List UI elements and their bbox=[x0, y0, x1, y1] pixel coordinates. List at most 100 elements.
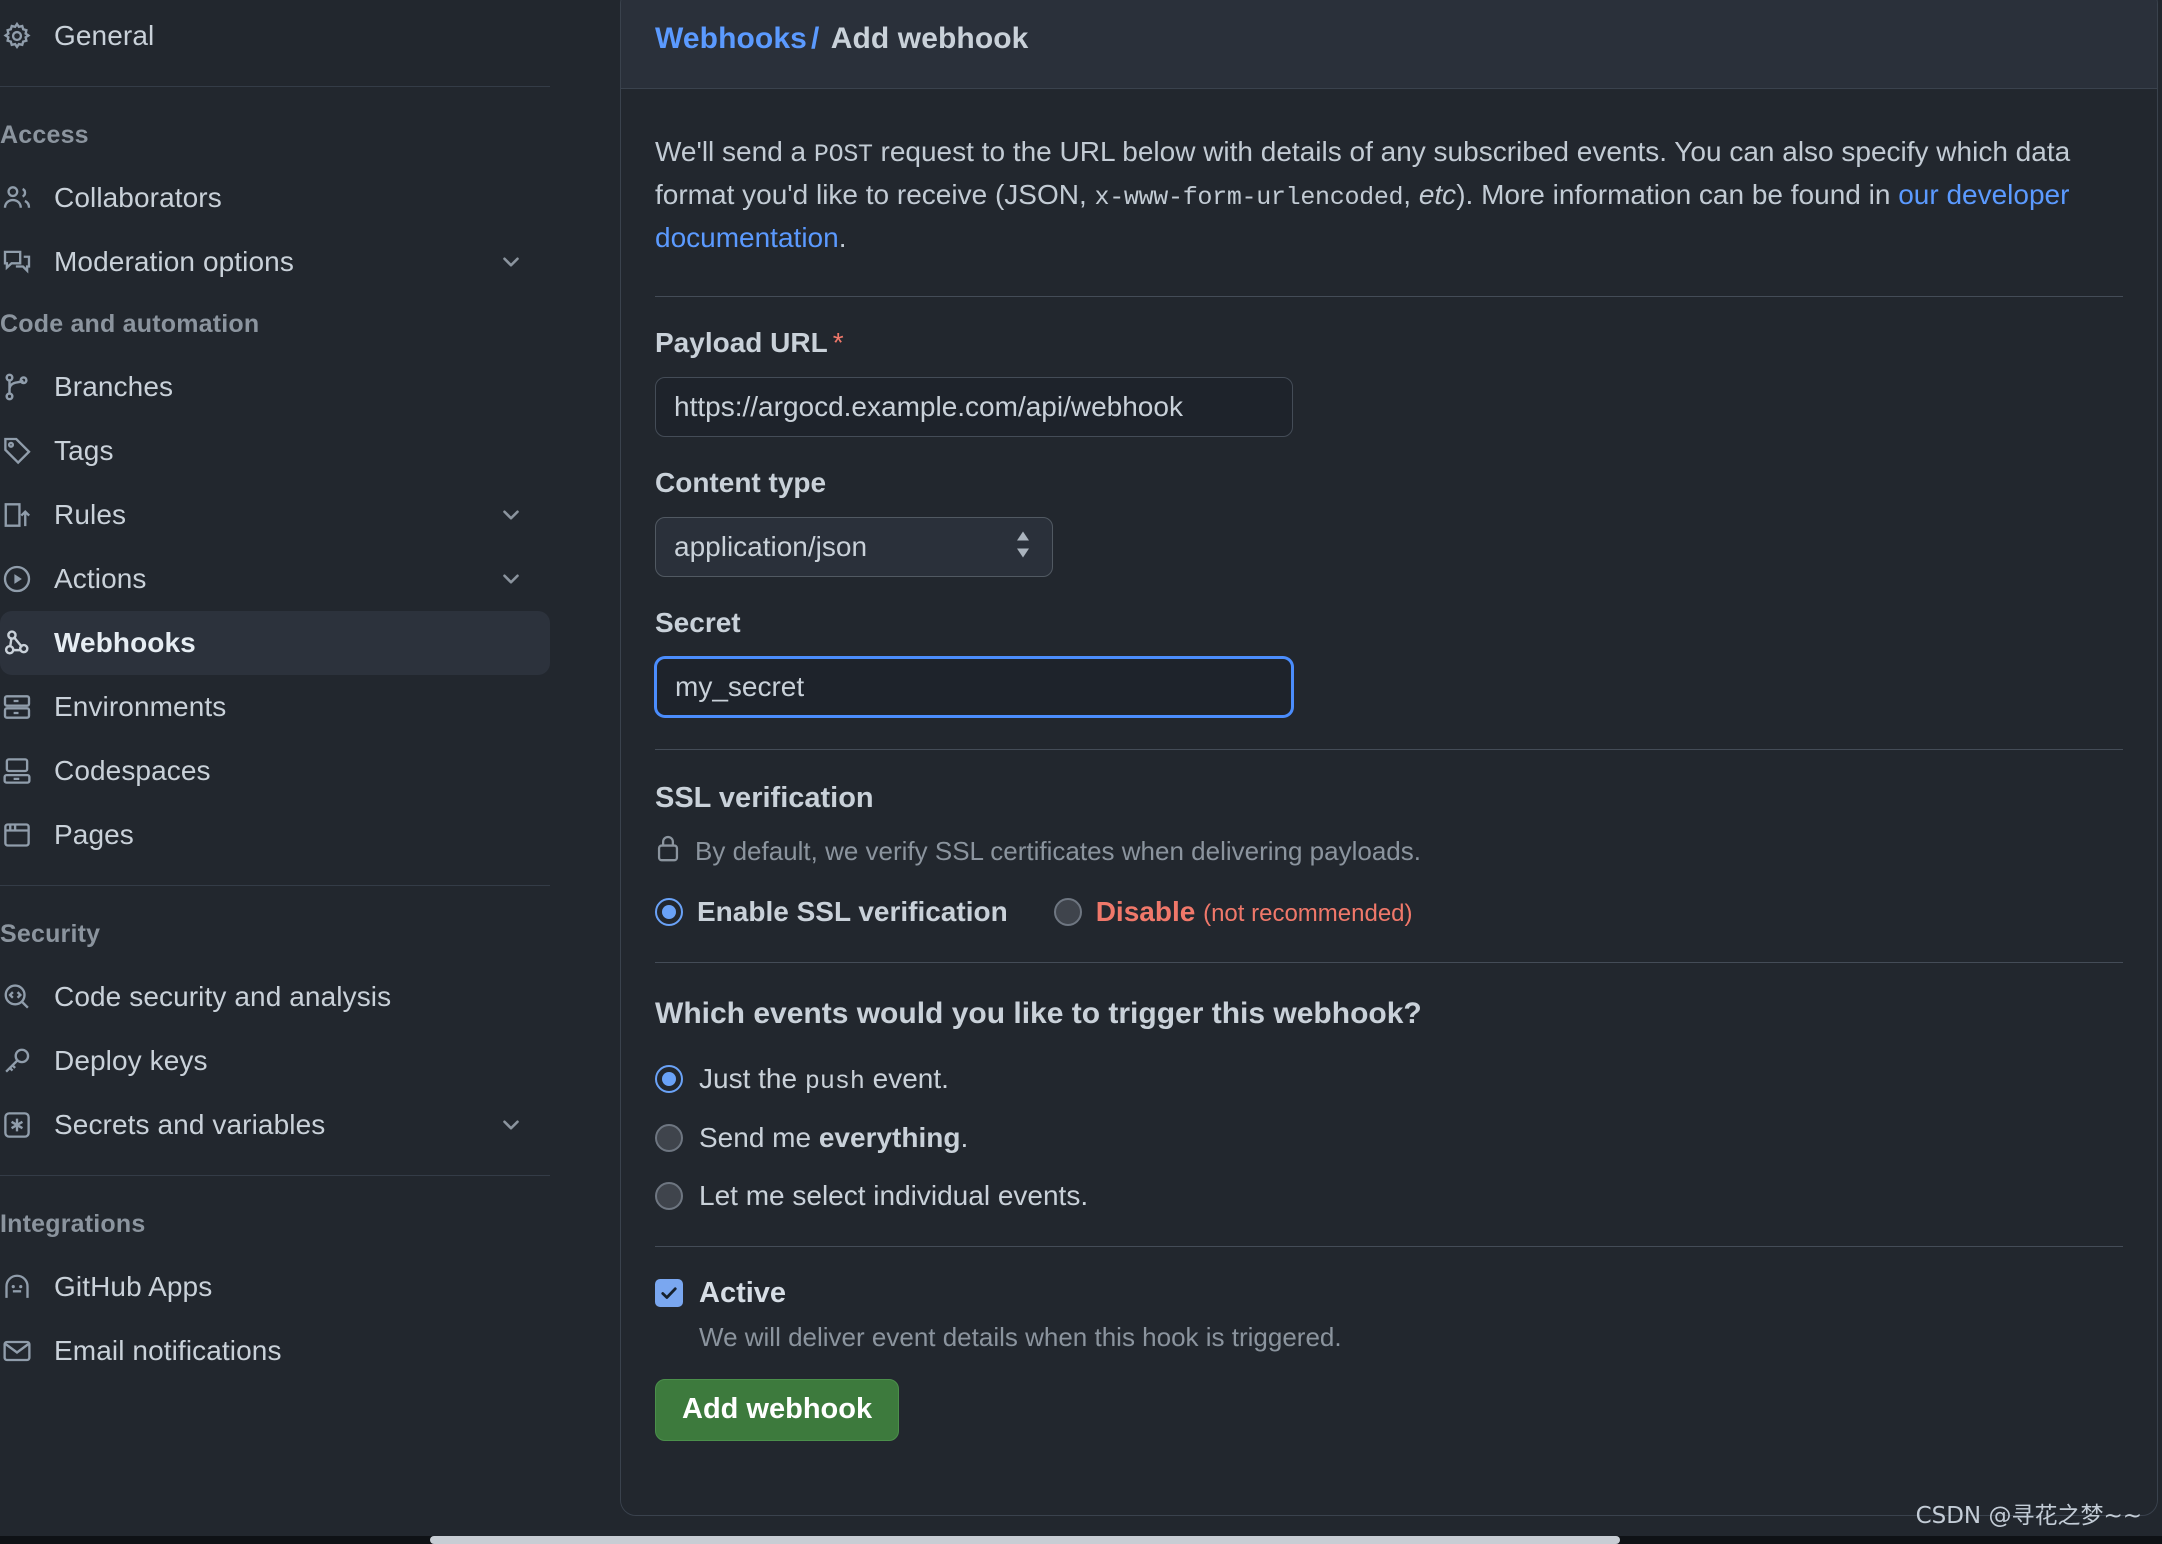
sidebar-item-label: GitHub Apps bbox=[54, 1271, 213, 1302]
sidebar-item-code-security-and-analysis[interactable]: Code security and analysis bbox=[0, 965, 550, 1029]
sidebar-item-codespaces[interactable]: Codespaces bbox=[0, 739, 550, 803]
breadcrumb-current: Add webhook bbox=[830, 21, 1029, 55]
ssl-note: By default, we verify SSL certificates w… bbox=[655, 815, 2123, 870]
breadcrumb-link-webhooks[interactable]: Webhooks bbox=[655, 22, 807, 55]
sidebar-item-label: Pages bbox=[54, 819, 134, 850]
event-push-label: Just the push event. bbox=[699, 1063, 949, 1096]
sidebar-item-label: Moderation options bbox=[54, 246, 294, 277]
git-branch-icon bbox=[0, 372, 34, 402]
sidebar-divider bbox=[0, 885, 550, 886]
intro-text-4: ). More information can be found in bbox=[1456, 179, 1899, 210]
sidebar-item-pages[interactable]: Pages bbox=[0, 803, 550, 867]
secret-input[interactable] bbox=[655, 656, 1293, 717]
sidebar-item-label: General bbox=[54, 20, 155, 51]
panel-header: Webhooks / Add webhook bbox=[621, 0, 2157, 89]
payload-url-input[interactable] bbox=[655, 376, 1293, 437]
intro-code-urlencoded: x-www-form-urlencoded bbox=[1094, 183, 1404, 212]
sidebar-item-tags[interactable]: Tags bbox=[0, 419, 550, 483]
event-option-individual[interactable]: Let me select individual events. bbox=[655, 1154, 2123, 1212]
sidebar-item-actions[interactable]: Actions bbox=[0, 547, 550, 611]
ssl-disable-label: Disable (not recommended) bbox=[1096, 896, 1413, 928]
content-type-select[interactable]: application/json bbox=[655, 516, 1053, 577]
sidebar-item-moderation-options[interactable]: Moderation options bbox=[0, 230, 550, 294]
watermark: CSDN @寻花之梦~~ bbox=[1915, 1503, 2142, 1529]
check-icon bbox=[661, 1287, 677, 1299]
event-option-push[interactable]: Just the push event. bbox=[655, 1037, 2123, 1096]
active-label: Active bbox=[699, 1276, 787, 1309]
sidebar-item-label: Environments bbox=[54, 691, 227, 722]
event-push-prefix: Just the bbox=[699, 1062, 805, 1094]
breadcrumb-separator: / bbox=[810, 21, 820, 55]
sidebar-group-access: Access bbox=[0, 121, 89, 149]
event-push-radio[interactable] bbox=[655, 1065, 683, 1094]
people-icon bbox=[0, 183, 34, 213]
codespaces-icon bbox=[0, 756, 34, 786]
main-content: Webhooks / Add webhook We'll send a POST … bbox=[620, 0, 2162, 1544]
breadcrumb: Webhooks / Add webhook bbox=[655, 22, 1028, 56]
intro-code-post: POST bbox=[813, 140, 873, 169]
event-everything-label: Send me everything. bbox=[699, 1122, 968, 1154]
payload-url-label: Payload URL * bbox=[655, 327, 2123, 359]
ssl-enable-option[interactable]: Enable SSL verification bbox=[655, 896, 1008, 928]
event-everything-radio[interactable] bbox=[655, 1123, 683, 1152]
sidebar-item-label: Secrets and variables bbox=[54, 1109, 326, 1140]
ssl-disable-radio[interactable] bbox=[1053, 897, 1082, 926]
sidebar-item-label: Branches bbox=[54, 371, 174, 402]
required-asterisk: * bbox=[832, 326, 844, 358]
chevron-down-icon[interactable] bbox=[498, 502, 524, 528]
payload-url-label-text: Payload URL bbox=[655, 326, 828, 358]
play-circle-icon bbox=[0, 564, 34, 594]
scrollbar-thumb[interactable] bbox=[430, 1536, 1620, 1544]
active-hint: We will deliver event details when this … bbox=[699, 1321, 1342, 1352]
event-option-everything[interactable]: Send me everything. bbox=[655, 1096, 2123, 1154]
sidebar-item-email-notifications[interactable]: Email notifications bbox=[0, 1319, 550, 1383]
window-bottom-scrollbar[interactable] bbox=[0, 1536, 2162, 1544]
content-type-field: Content type application/json bbox=[655, 437, 2123, 577]
sidebar-item-environments[interactable]: Environments bbox=[0, 675, 550, 739]
add-webhook-button[interactable]: Add webhook bbox=[655, 1378, 900, 1441]
ssl-radio-group: Enable SSL verification Disable (not rec… bbox=[655, 870, 2123, 928]
sidebar-divider bbox=[0, 1175, 550, 1176]
code-scan-icon bbox=[0, 982, 34, 1012]
ssl-enable-radio[interactable] bbox=[655, 897, 683, 926]
ssl-enable-label: Enable SSL verification bbox=[697, 895, 1008, 927]
github-app-icon bbox=[0, 1272, 34, 1302]
sidebar-item-secrets-and-variables[interactable]: Secrets and variables bbox=[0, 1093, 550, 1157]
sidebar-item-webhooks[interactable]: Webhooks bbox=[0, 611, 550, 675]
sidebar-group-security: Security bbox=[0, 920, 101, 948]
lock-icon bbox=[655, 833, 681, 870]
intro-text-5: . bbox=[838, 222, 847, 253]
event-individual-radio[interactable] bbox=[655, 1181, 683, 1210]
chevron-down-icon[interactable] bbox=[498, 1112, 524, 1138]
ssl-note-text: By default, we verify SSL certificates w… bbox=[695, 835, 1421, 866]
sidebar-item-deploy-keys[interactable]: Deploy keys bbox=[0, 1029, 550, 1093]
key-icon bbox=[0, 1046, 34, 1076]
ssl-verification-title: SSL verification bbox=[655, 781, 874, 814]
active-checkbox-row[interactable]: Active bbox=[655, 1247, 2123, 1310]
event-push-suffix: event. bbox=[864, 1062, 949, 1094]
sidebar-item-general[interactable]: General bbox=[0, 4, 550, 68]
tag-icon bbox=[0, 436, 34, 466]
sidebar-item-label: Collaborators bbox=[54, 182, 222, 213]
sidebar-item-collaborators[interactable]: Collaborators bbox=[0, 166, 550, 230]
sidebar-item-label: Webhooks bbox=[54, 627, 196, 658]
event-push-mono: push bbox=[804, 1066, 865, 1096]
secret-label: Secret bbox=[655, 606, 741, 638]
secret-field: Secret bbox=[655, 577, 2123, 717]
sidebar-item-rules[interactable]: Rules bbox=[0, 483, 550, 547]
chevron-down-icon[interactable] bbox=[498, 566, 524, 592]
intro-paragraph: We'll send a POST request to the URL bel… bbox=[655, 89, 2100, 260]
ssl-disable-option[interactable]: Disable (not recommended) bbox=[1053, 896, 1413, 928]
active-checkbox[interactable] bbox=[655, 1279, 683, 1308]
sidebar-item-branches[interactable]: Branches bbox=[0, 355, 550, 419]
panel-body: We'll send a POST request to the URL bel… bbox=[621, 89, 2157, 1515]
sidebar-item-label: Deploy keys bbox=[54, 1045, 208, 1076]
event-everything-prefix: Send me bbox=[699, 1121, 819, 1153]
gear-icon bbox=[0, 21, 34, 51]
intro-text-3: , bbox=[1403, 179, 1419, 210]
chevron-down-icon[interactable] bbox=[498, 249, 524, 275]
sidebar-item-github-apps[interactable]: GitHub Apps bbox=[0, 1255, 550, 1319]
sidebar-item-label: Tags bbox=[54, 435, 114, 466]
comment-discussion-icon bbox=[0, 247, 34, 277]
sidebar-divider bbox=[0, 86, 550, 87]
